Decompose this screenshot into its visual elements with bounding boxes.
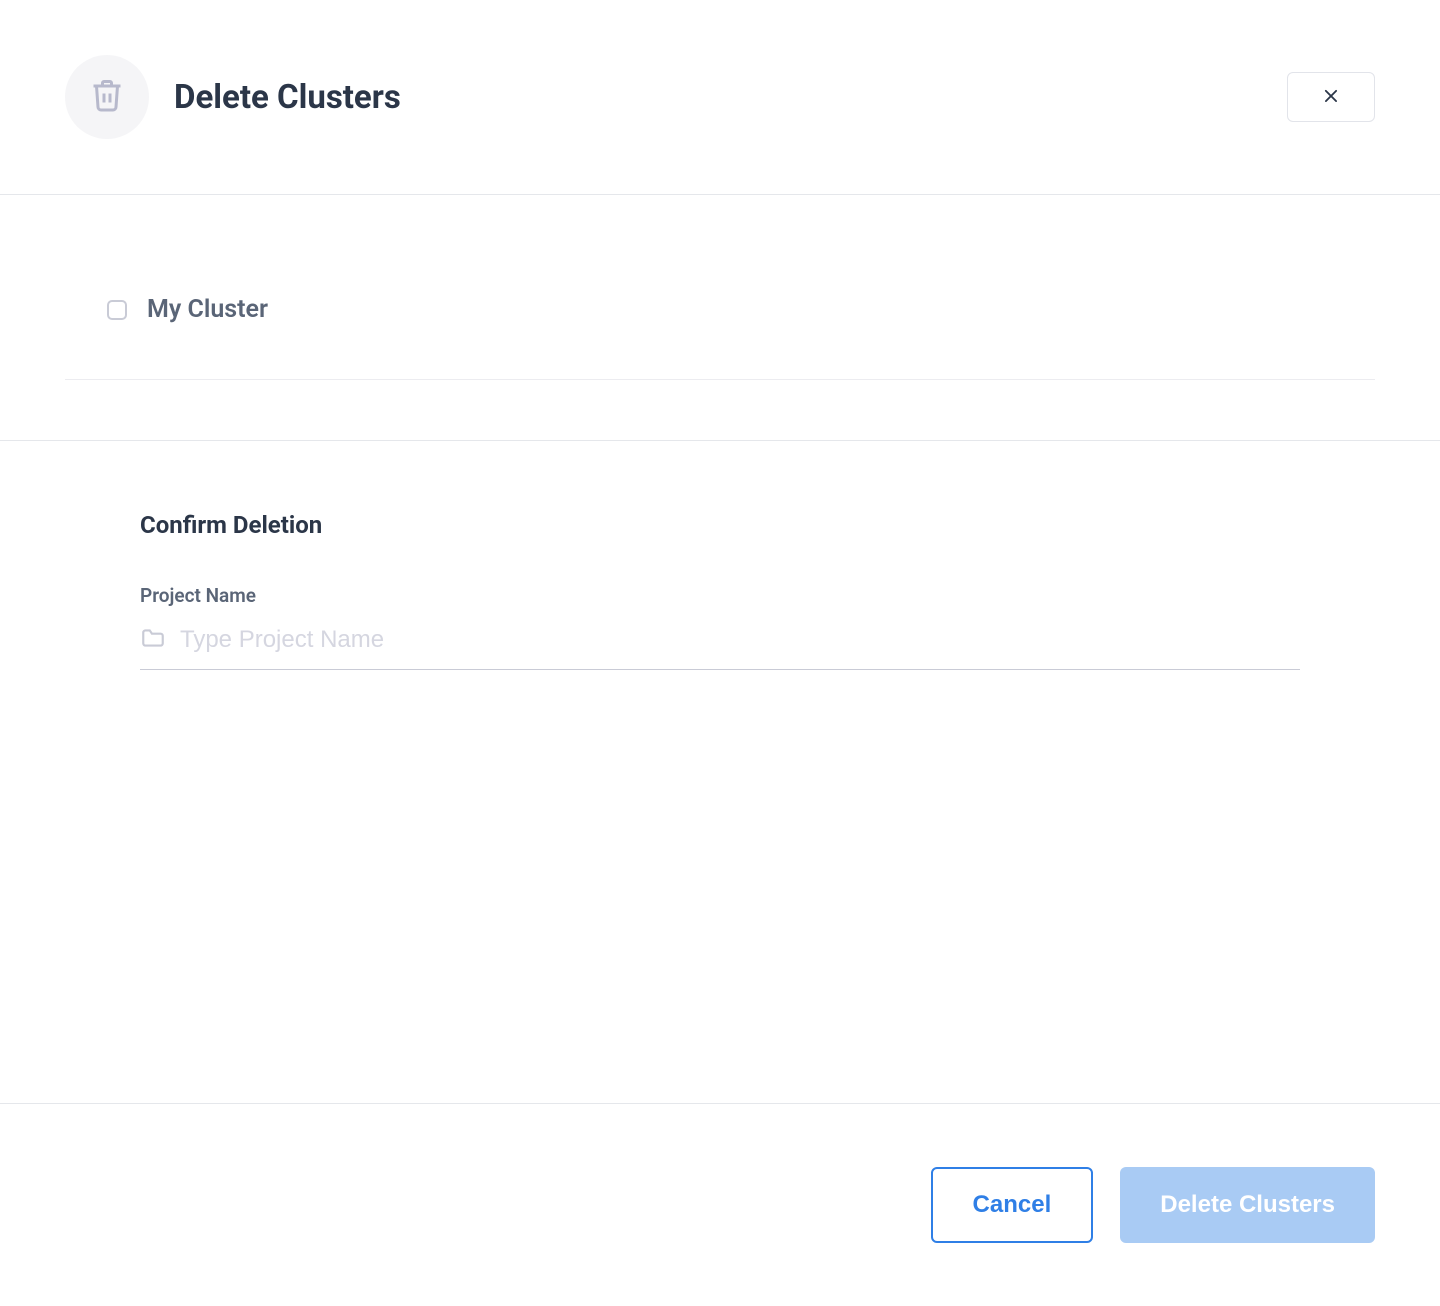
delete-clusters-button[interactable]: Delete Clusters xyxy=(1120,1167,1375,1243)
project-name-input[interactable] xyxy=(180,626,1300,654)
cluster-row: My Cluster xyxy=(65,295,1375,380)
cluster-checkbox[interactable] xyxy=(107,300,127,320)
project-name-label: Project Name xyxy=(140,584,1300,607)
delete-clusters-modal: Delete Clusters My Cluster Confirm Delet… xyxy=(0,0,1440,1306)
close-button[interactable] xyxy=(1287,72,1375,122)
cancel-button[interactable]: Cancel xyxy=(931,1167,1094,1243)
close-icon xyxy=(1320,85,1342,110)
cluster-list-section: My Cluster xyxy=(0,195,1440,441)
modal-footer: Cancel Delete Clusters xyxy=(0,1103,1440,1306)
header-left: Delete Clusters xyxy=(65,55,401,139)
header-icon-circle xyxy=(65,55,149,139)
trash-icon xyxy=(89,77,125,117)
confirm-heading: Confirm Deletion xyxy=(140,511,1300,539)
confirm-section: Confirm Deletion Project Name xyxy=(0,441,1440,1103)
cluster-name-label: My Cluster xyxy=(147,295,268,324)
folder-icon xyxy=(140,625,166,655)
modal-header: Delete Clusters xyxy=(0,0,1440,195)
modal-title: Delete Clusters xyxy=(174,78,401,117)
project-name-input-row xyxy=(140,625,1300,670)
